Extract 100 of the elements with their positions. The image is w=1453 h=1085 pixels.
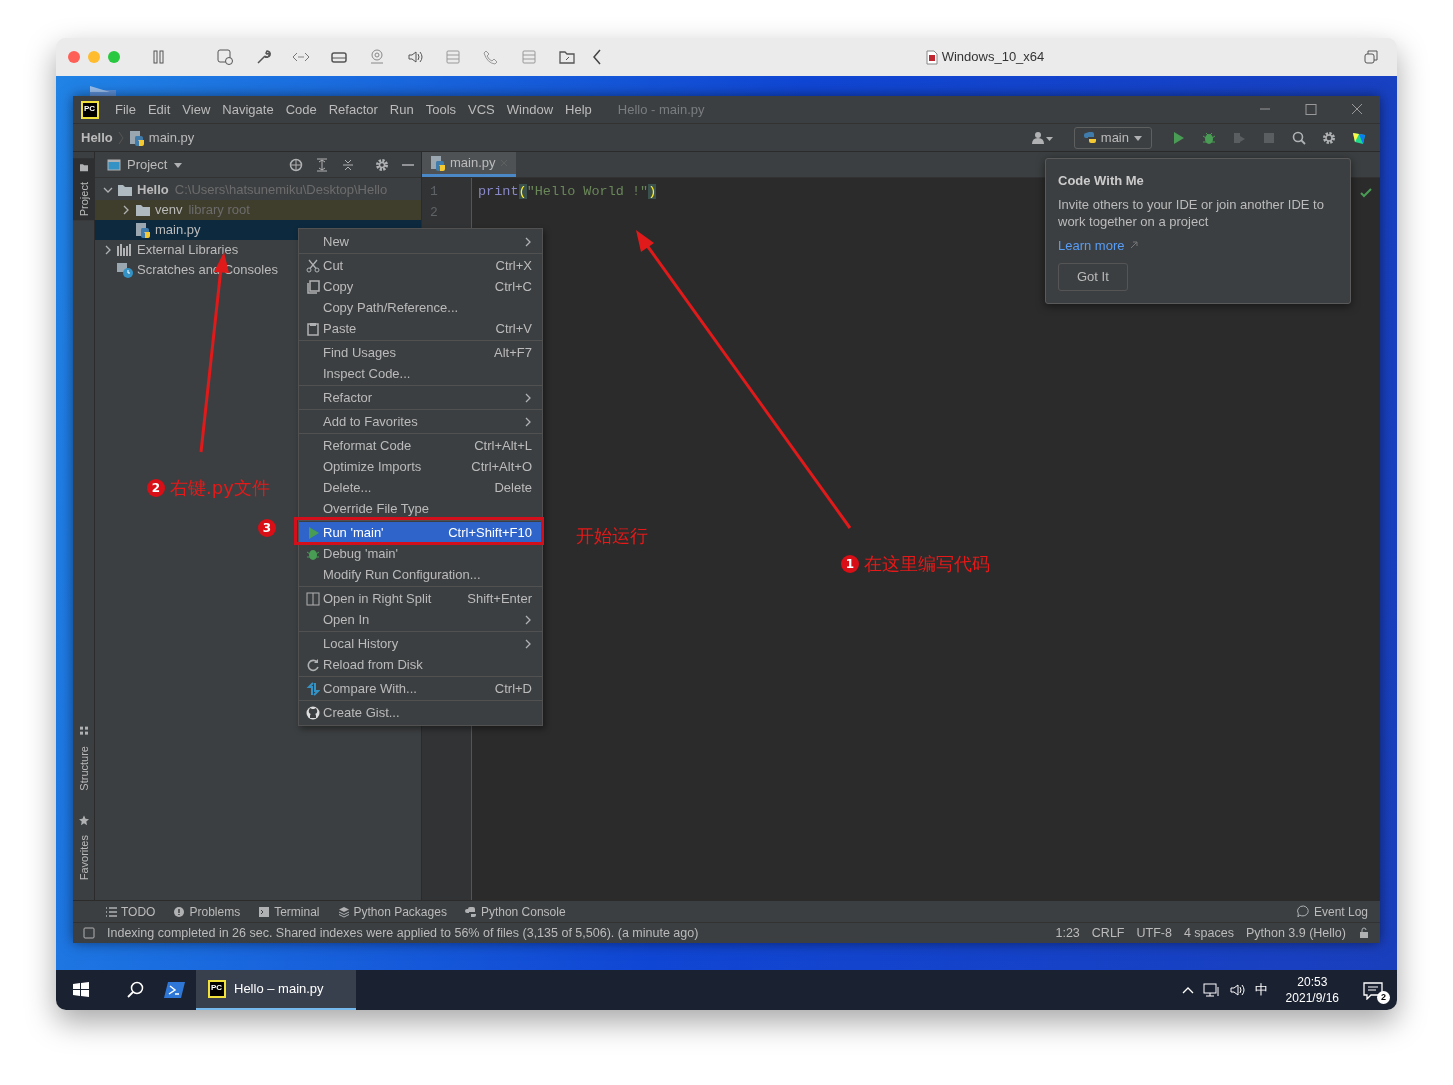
editor-tab[interactable]: main.py [422, 152, 516, 177]
side-tab[interactable]: Structure [72, 722, 95, 795]
menu-item[interactable]: Edit [141, 99, 177, 120]
menu-item[interactable]: Cut Ctrl+X [299, 255, 542, 276]
menu-item[interactable]: Code [279, 99, 323, 120]
status-item[interactable]: UTF-8 [1136, 923, 1172, 943]
menu-item[interactable]: Refactor [322, 99, 384, 120]
external-link-icon [1130, 241, 1139, 250]
settings-icon[interactable] [1321, 129, 1337, 146]
menu-item[interactable]: View [176, 99, 217, 120]
tool-window-button[interactable]: TODO [105, 902, 156, 921]
ime-indicator[interactable]: 中 [1254, 980, 1268, 1000]
menu-item[interactable]: Optimize Imports Ctrl+Alt+O [299, 456, 542, 477]
user-icon[interactable] [1031, 130, 1054, 145]
copy-icon [306, 279, 320, 294]
menu-item[interactable]: Inspect Code... [299, 363, 542, 384]
menu-item[interactable]: Copy Ctrl+C [299, 276, 542, 297]
menu-item[interactable]: Run [383, 99, 420, 120]
menu-item[interactable]: Window [500, 99, 560, 120]
scissors-icon [306, 258, 320, 273]
tree-label: main.py [155, 221, 201, 240]
learn-more-link[interactable]: Learn more [1058, 235, 1139, 255]
library-icon [117, 243, 133, 257]
document-icon [925, 49, 938, 65]
folder-icon [117, 183, 133, 197]
code-line: print("Hello World !") [478, 183, 658, 201]
menu-item[interactable]: Navigate [216, 99, 280, 120]
breadcrumb-item[interactable]: Hello [81, 127, 113, 148]
caret-icon[interactable] [1133, 133, 1143, 142]
expand-all-icon[interactable] [315, 157, 329, 172]
panel-title[interactable]: Project [127, 154, 168, 175]
menu-item[interactable]: Refactor [299, 387, 542, 408]
menu-item[interactable]: Copy Path/Reference... [299, 297, 542, 318]
tool-window-button[interactable]: Python Packages [337, 902, 447, 921]
status-item[interactable]: Python 3.9 (Hello) [1245, 923, 1346, 943]
menu-item[interactable]: Paste Ctrl+V [299, 318, 542, 339]
lock-icon[interactable] [1358, 927, 1370, 939]
menu-item[interactable]: Override File Type [299, 498, 542, 519]
compare-icon [306, 681, 320, 696]
folder-icon [78, 162, 89, 172]
menu-item[interactable]: Tools [419, 99, 463, 120]
chevron-right-icon[interactable] [103, 245, 113, 255]
menu-item[interactable]: New [299, 231, 542, 252]
taskbar-app-button[interactable]: PC Hello – main.py [196, 970, 356, 1010]
notification-icon[interactable] [1363, 981, 1383, 1000]
got-it-button[interactable]: Got It [1058, 263, 1128, 291]
run-config-dropdown[interactable]: main [1073, 126, 1152, 149]
tree-label: venv [155, 201, 183, 220]
menu-item[interactable]: Reload from Disk [299, 654, 542, 675]
logo-icon: PC [208, 980, 226, 998]
menu-item[interactable]: Help [559, 99, 598, 120]
menu-item[interactable]: Run 'main' Ctrl+Shift+F10 [299, 522, 542, 543]
menu-item[interactable]: Debug 'main' [299, 543, 542, 564]
side-tab[interactable]: Project [72, 158, 95, 221]
close-icon[interactable] [68, 51, 80, 63]
powershell-icon[interactable] [164, 981, 186, 999]
run-icon [306, 525, 320, 540]
breadcrumb-item[interactable]: main.py [148, 127, 195, 148]
caret-icon[interactable] [173, 160, 184, 169]
menu-item[interactable]: Find Usages Alt+F7 [299, 342, 542, 363]
settings-icon[interactable] [375, 157, 389, 172]
tool-window-button[interactable]: Terminal [258, 902, 320, 921]
menu-item[interactable]: Delete... Delete [299, 477, 542, 498]
clock[interactable]: 20:53 2021/9/16 [1285, 974, 1339, 1006]
menu-item[interactable]: Modify Run Configuration... [299, 564, 542, 585]
close-icon[interactable] [1350, 103, 1364, 116]
terminal-icon [258, 905, 271, 918]
logo-icon: PC [81, 100, 99, 119]
screenshot-icon[interactable] [216, 48, 234, 66]
menu-item[interactable]: Compare With... Ctrl+D [299, 678, 542, 699]
search-icon[interactable] [126, 980, 146, 1000]
status-item[interactable]: 4 spaces [1183, 923, 1234, 943]
tool-window-button[interactable]: Python Console [464, 902, 566, 921]
menu-item[interactable]: Open In [299, 609, 542, 630]
event-log-button[interactable]: Event Log [1296, 902, 1368, 921]
menu-item[interactable]: Add to Favorites [299, 411, 542, 432]
tool-window-button[interactable]: Problems [173, 902, 241, 921]
chevron-down-icon[interactable] [103, 185, 113, 195]
volume-icon[interactable] [1228, 982, 1247, 998]
menu-item[interactable]: Reformat Code Ctrl+Alt+L [299, 435, 542, 456]
maximize-icon[interactable] [1304, 103, 1318, 116]
network-icon[interactable] [1202, 982, 1221, 998]
menu-item[interactable]: Create Gist... [299, 702, 542, 723]
menu-item[interactable]: File [109, 99, 142, 120]
target-icon[interactable] [289, 157, 303, 172]
status-item[interactable]: 1:23 [1055, 923, 1080, 943]
chevron-right-icon[interactable] [121, 205, 131, 215]
side-tab[interactable]: Favorites [72, 810, 95, 884]
speaker-icon[interactable] [406, 48, 424, 66]
status-item[interactable]: CRLF [1091, 923, 1125, 943]
annotation-text: 开始运行 [576, 524, 648, 548]
collapse-all-icon[interactable] [341, 157, 355, 172]
restore-window-icon[interactable] [1364, 50, 1378, 64]
event-log-icon [1296, 905, 1310, 918]
windows-icon[interactable] [72, 981, 90, 999]
folder-icon[interactable] [558, 48, 576, 66]
menu-item[interactable]: Open in Right Split Shift+Enter [299, 588, 542, 609]
panel-toggle-icon[interactable] [83, 927, 95, 939]
menu-item[interactable]: VCS [462, 99, 501, 120]
menu-item[interactable]: Local History [299, 633, 542, 654]
